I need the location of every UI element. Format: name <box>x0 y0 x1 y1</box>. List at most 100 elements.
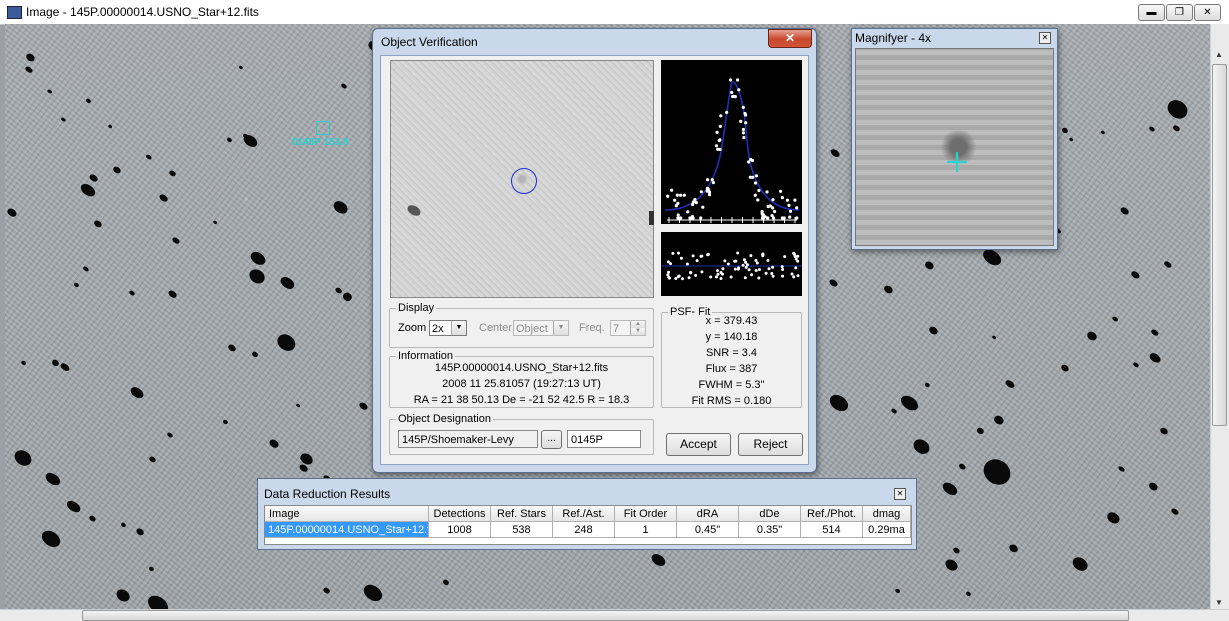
crosshair-vertical <box>956 152 958 172</box>
residual-point <box>695 259 699 263</box>
psf-point <box>780 196 784 200</box>
spin-up-icon[interactable]: ▲ <box>630 321 645 328</box>
residual-point <box>780 265 784 269</box>
sky-star <box>107 123 114 130</box>
sky-star <box>965 590 973 597</box>
residual-point <box>741 263 745 267</box>
sky-star <box>165 431 173 438</box>
sky-star <box>212 220 218 226</box>
object-verification-dialog[interactable]: Object Verification ✕ Display Zoom 2x ▼ … <box>372 28 817 473</box>
table-cell-ref-phot[interactable]: 514 <box>801 522 863 538</box>
sky-star <box>1147 481 1159 492</box>
psf-point <box>757 188 761 193</box>
col-header-fit-order[interactable]: Fit Order <box>615 506 677 522</box>
psf-point <box>670 188 674 192</box>
sky-star <box>248 249 269 268</box>
restore-button[interactable]: ❐ <box>1166 4 1193 21</box>
psf-point <box>771 198 775 202</box>
main-window-titlebar[interactable]: Image - 145P.00000014.USNO_Star+12.fits … <box>0 0 1229 25</box>
sky-star <box>826 391 851 415</box>
residual-point <box>721 267 725 271</box>
col-header-image[interactable]: Image <box>265 506 429 522</box>
col-header-dde[interactable]: dDe <box>739 506 801 522</box>
object-image[interactable] <box>390 60 654 298</box>
sky-star <box>1068 137 1074 143</box>
sky-star <box>828 147 841 159</box>
table-cell-ref-stars[interactable]: 538 <box>491 522 553 538</box>
zoom-select[interactable]: 2x ▼ <box>429 320 467 336</box>
psf-snr: SNR = 3.4 <box>705 347 758 359</box>
sky-star <box>1150 328 1160 337</box>
magnifier-image <box>855 48 1054 246</box>
results-grid[interactable]: Image Detections Ref. Stars Ref./Ast. Fi… <box>264 505 912 545</box>
sky-star <box>171 236 181 245</box>
freq-value: 7 <box>613 323 620 335</box>
center-select[interactable]: Object ▼ <box>513 320 569 336</box>
psf-point <box>795 216 799 220</box>
chevron-down-icon[interactable]: ▼ <box>553 321 568 335</box>
sky-star <box>148 565 156 572</box>
col-header-ref-stars[interactable]: Ref. Stars <box>491 506 553 522</box>
col-header-ref-phot[interactable]: Ref./Phot. <box>801 506 863 522</box>
sky-star <box>112 165 123 175</box>
sky-star <box>1118 205 1130 217</box>
data-reduction-close-icon[interactable]: ✕ <box>894 488 906 500</box>
bright-star <box>978 454 1016 490</box>
psf-point <box>688 216 692 220</box>
sky-star <box>924 259 936 271</box>
sky-star <box>148 455 157 464</box>
spin-down-icon[interactable]: ▼ <box>630 328 645 335</box>
residual-point <box>754 269 758 272</box>
sky-star <box>340 82 348 90</box>
table-cell-image[interactable]: 145P.00000014.USNO_Star+12.fits <box>265 522 429 538</box>
psf-point <box>710 178 714 182</box>
sky-star <box>1105 510 1122 526</box>
close-button[interactable]: ✕ <box>1194 4 1221 21</box>
designation-name-field[interactable]: 145P/Shoemaker-Levy <box>398 430 538 448</box>
table-cell-dde[interactable]: 0.35" <box>739 522 801 538</box>
residual-point <box>754 258 758 262</box>
col-header-ref-ast[interactable]: Ref./Ast. <box>553 506 615 522</box>
magnifier-title: Magnifyer - 4x <box>855 31 932 45</box>
table-cell-detections[interactable]: 1008 <box>429 522 491 538</box>
sky-star <box>78 181 98 200</box>
scroll-down-icon[interactable]: ▼ <box>1215 598 1223 607</box>
psf-fwhm: FWHM = 5.3" <box>698 379 765 391</box>
vertical-scroll-thumb[interactable] <box>1212 64 1227 426</box>
dialog-close-button[interactable]: ✕ <box>768 29 812 48</box>
table-cell-dmag[interactable]: 0.29ma <box>863 522 911 538</box>
data-reduction-window[interactable]: Data Reduction Results ✕ Image Detection… <box>257 478 917 550</box>
sky-star <box>72 281 80 288</box>
residual-point <box>736 267 740 271</box>
sky-star <box>334 286 344 295</box>
sky-star <box>158 192 170 204</box>
col-header-detections[interactable]: Detections <box>429 506 491 522</box>
col-header-dra[interactable]: dRA <box>677 506 739 522</box>
psf-point <box>686 210 690 214</box>
minimize-button[interactable]: ▬ <box>1138 4 1165 21</box>
accept-button[interactable]: Accept <box>666 433 731 456</box>
designation-code-field[interactable]: 0145P <box>567 430 641 448</box>
sky-star <box>145 591 172 609</box>
sky-star <box>225 136 233 143</box>
horizontal-scroll-thumb[interactable] <box>82 610 1129 621</box>
chevron-down-icon[interactable]: ▼ <box>451 321 466 335</box>
psf-flux: Flux = 387 <box>705 363 758 375</box>
sky-star <box>250 350 259 359</box>
sky-star <box>1163 96 1192 123</box>
table-cell-ref-ast[interactable]: 248 <box>553 522 615 538</box>
col-header-dmag[interactable]: dmag <box>863 506 911 522</box>
psf-y: y = 140.18 <box>705 331 758 343</box>
scroll-up-icon[interactable]: ▲ <box>1215 50 1223 59</box>
freq-spinner[interactable]: 7 ▲ ▼ <box>610 320 646 336</box>
table-cell-fit-order[interactable]: 1 <box>615 522 677 538</box>
magnifier-window[interactable]: Magnifyer - 4x ✕ <box>851 28 1058 250</box>
sky-star <box>114 587 133 605</box>
sky-star <box>279 274 297 292</box>
residual-point <box>750 273 753 277</box>
reject-button[interactable]: Reject <box>738 433 803 456</box>
table-cell-dra[interactable]: 0.45" <box>677 522 739 538</box>
designation-browse-button[interactable]: ... <box>541 430 562 449</box>
info-file: 145P.00000014.USNO_Star+12.fits <box>434 362 609 374</box>
magnifier-close-icon[interactable]: ✕ <box>1039 32 1051 44</box>
